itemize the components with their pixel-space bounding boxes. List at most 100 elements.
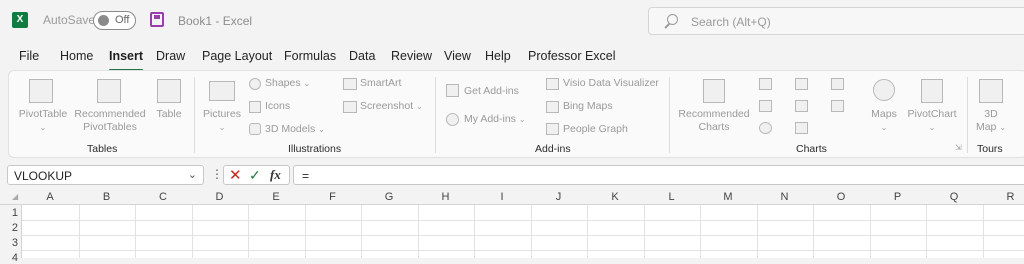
pivotchart-icon	[921, 79, 943, 103]
column-header-d[interactable]: D	[192, 191, 248, 203]
column-headers: ◢ ABCDEFGHIJKLMNOPQR	[0, 190, 1024, 205]
group-separator	[967, 77, 968, 153]
tab-formulas[interactable]: Formulas	[284, 49, 336, 63]
line-chart-icon[interactable]	[759, 100, 772, 112]
save-icon[interactable]	[150, 12, 164, 27]
scatter-chart-icon[interactable]	[795, 122, 808, 134]
tab-file[interactable]: File	[19, 49, 39, 63]
column-header-g[interactable]: G	[361, 191, 417, 203]
waterfall-chart-icon[interactable]	[831, 78, 844, 90]
my-addins-button[interactable]: My Add-ins ⌄	[464, 113, 526, 125]
formula-input[interactable]: =	[293, 165, 1024, 185]
column-header-h[interactable]: H	[418, 191, 474, 203]
icons-button[interactable]: Icons	[265, 100, 290, 112]
column-header-p[interactable]: P	[870, 191, 926, 203]
column-header-q[interactable]: Q	[926, 191, 982, 203]
recommended-pivottables-button[interactable]: Recommended PivotTables	[71, 108, 149, 134]
visio-icon	[546, 78, 559, 90]
tab-data[interactable]: Data	[349, 49, 375, 63]
column-header-c[interactable]: C	[135, 191, 191, 203]
recommended-charts-label-2: Charts	[699, 121, 730, 133]
dialog-launcher-icon[interactable]: ⇲	[955, 143, 962, 152]
maps-label: Maps	[871, 108, 897, 120]
3d-map-button[interactable]: 3D Map ⌄	[969, 108, 1013, 134]
group-label-addins: Add-ins	[535, 143, 571, 155]
tab-insert[interactable]: Insert	[109, 49, 143, 63]
column-chart-icon[interactable]	[759, 78, 772, 90]
row-header[interactable]: 1	[0, 207, 18, 219]
smartart-icon	[343, 78, 357, 90]
pivotchart-button[interactable]: PivotChart⌄	[903, 108, 961, 134]
people-graph-icon	[546, 123, 559, 135]
3d-models-label: 3D Models	[265, 123, 315, 135]
name-box-value: VLOOKUP	[14, 169, 72, 183]
tab-draw[interactable]: Draw	[156, 49, 185, 63]
tab-review[interactable]: Review	[391, 49, 432, 63]
pivottable-button[interactable]: PivotTable⌄	[17, 108, 69, 134]
column-header-e[interactable]: E	[248, 191, 304, 203]
tab-view[interactable]: View	[444, 49, 471, 63]
hierarchy-chart-icon[interactable]	[795, 78, 808, 90]
column-gridline	[248, 205, 249, 258]
autosave-toggle[interactable]: Off	[93, 11, 136, 30]
column-header-k[interactable]: K	[587, 191, 643, 203]
column-gridline	[870, 205, 871, 258]
recommended-pivottables-label-2: PivotTables	[83, 121, 137, 133]
column-header-l[interactable]: L	[644, 191, 700, 203]
column-header-a[interactable]: A	[22, 191, 78, 203]
bing-maps-button[interactable]: Bing Maps	[563, 100, 613, 112]
bing-maps-icon	[546, 101, 559, 113]
column-header-n[interactable]: N	[757, 191, 813, 203]
pie-chart-icon[interactable]	[759, 122, 772, 134]
chevron-down-icon[interactable]: ⌄	[188, 168, 197, 181]
column-header-f[interactable]: F	[305, 191, 361, 203]
3d-models-button[interactable]: 3D Models ⌄	[265, 123, 325, 135]
row-header[interactable]: 2	[0, 222, 18, 234]
toggle-knob-icon	[98, 15, 109, 26]
column-header-o[interactable]: O	[813, 191, 869, 203]
worksheet-grid[interactable]: ◢ ABCDEFGHIJKLMNOPQR 1 2 3 4	[0, 190, 1024, 258]
tab-professor-excel[interactable]: Professor Excel	[528, 49, 616, 63]
pictures-button[interactable]: Pictures⌄	[199, 108, 245, 134]
column-gridline	[926, 205, 927, 258]
people-graph-button[interactable]: People Graph	[563, 123, 628, 135]
visio-data-visualizer-button[interactable]: Visio Data Visualizer	[563, 77, 659, 89]
column-gridline	[474, 205, 475, 258]
recommended-charts-button[interactable]: Recommended Charts	[675, 108, 753, 134]
get-addins-button[interactable]: Get Add-ins	[464, 85, 519, 97]
maps-button[interactable]: Maps⌄	[865, 108, 903, 134]
column-header-b[interactable]: B	[79, 191, 135, 203]
tab-help[interactable]: Help	[485, 49, 511, 63]
column-header-i[interactable]: I	[474, 191, 530, 203]
row-header[interactable]: 4	[0, 252, 18, 264]
smartart-button[interactable]: SmartArt	[360, 77, 401, 89]
screenshot-button[interactable]: Screenshot ⌄	[360, 100, 423, 112]
column-header-r[interactable]: R	[983, 191, 1024, 203]
insert-function-icon[interactable]: fx	[270, 167, 281, 183]
pivottable-icon	[29, 79, 53, 103]
enter-icon[interactable]: ✓	[249, 167, 261, 184]
search-input[interactable]: Search (Alt+Q)	[648, 7, 1024, 35]
column-header-m[interactable]: M	[700, 191, 756, 203]
column-gridline	[757, 205, 758, 258]
group-separator	[194, 77, 195, 153]
shapes-button[interactable]: Shapes ⌄	[265, 77, 310, 89]
column-gridline	[813, 205, 814, 258]
table-button[interactable]: Table	[150, 108, 188, 121]
select-all-icon[interactable]: ◢	[12, 192, 18, 201]
more-options-icon[interactable]: ⋮	[211, 167, 223, 181]
tab-page-layout[interactable]: Page Layout	[202, 49, 272, 63]
my-addins-label: My Add-ins	[464, 113, 516, 125]
combo-chart-icon[interactable]	[831, 100, 844, 112]
shapes-label: Shapes	[265, 77, 301, 89]
cancel-icon[interactable]: ✕	[229, 166, 242, 184]
row-headers: 1 2 3 4	[0, 205, 22, 258]
column-header-j[interactable]: J	[531, 191, 587, 203]
document-title: Book1 - Excel	[178, 14, 252, 28]
pictures-label: Pictures	[203, 108, 241, 120]
name-box[interactable]: VLOOKUP ⌄	[7, 165, 204, 185]
tab-home[interactable]: Home	[60, 49, 93, 63]
row-header[interactable]: 3	[0, 237, 18, 249]
group-label-charts: Charts	[796, 143, 827, 155]
statistic-chart-icon[interactable]	[795, 100, 808, 112]
